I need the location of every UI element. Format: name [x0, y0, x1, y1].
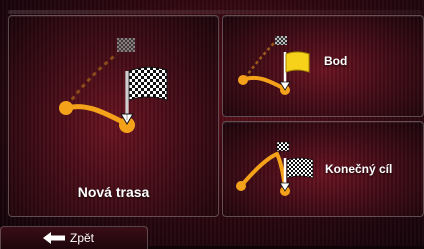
final-destination-button[interactable]: Konečný cíl — [222, 121, 424, 217]
new-route-button[interactable]: Nová trasa — [8, 15, 219, 217]
back-label: Zpět — [70, 231, 95, 245]
navigation-menu-screen: Nová trasa Bod Konečný cíl Zpět — [0, 0, 424, 249]
route-yellow-flag-icon — [238, 36, 310, 95]
new-route-label: Nová trasa — [77, 184, 150, 200]
final-destination-label: Konečný cíl — [325, 162, 393, 176]
route-checkered-flag-icon — [236, 141, 314, 196]
waypoint-label: Bod — [324, 54, 348, 68]
top-divider — [8, 10, 422, 14]
left-arrow-icon — [43, 232, 65, 244]
waypoint-button[interactable]: Bod — [222, 15, 424, 117]
